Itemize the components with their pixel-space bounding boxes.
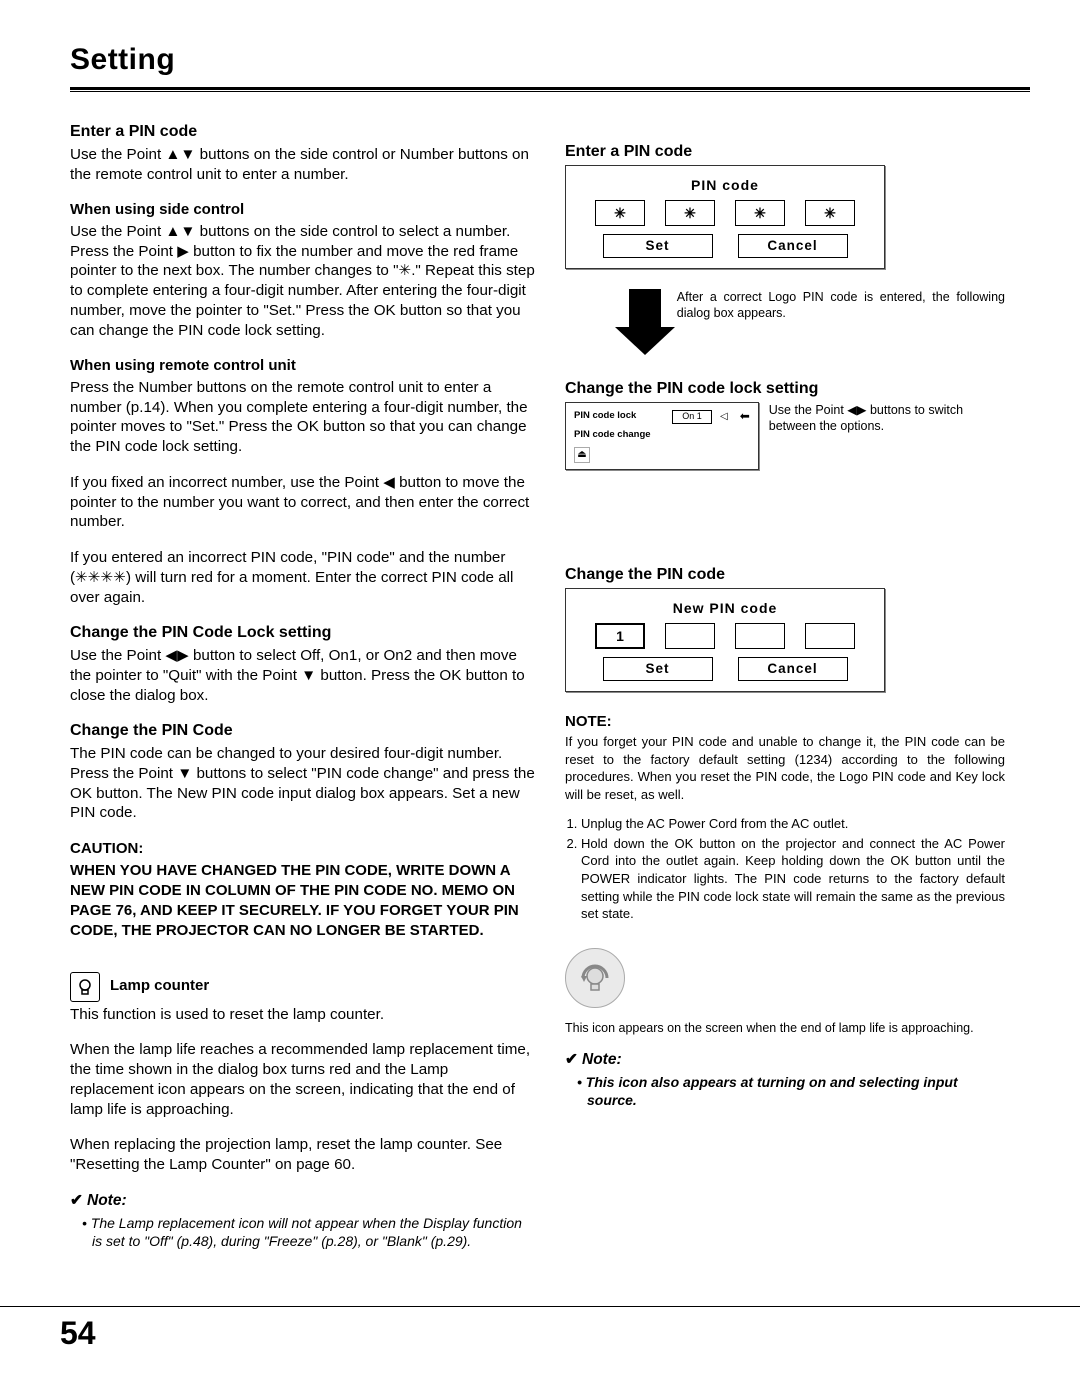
heading-enter-pin: Enter a PIN code	[70, 122, 535, 143]
para: Use the Point ◀▶ button to select Off, O…	[70, 646, 535, 705]
new-pin-dialog: New PIN code 1 Set Cancel	[565, 588, 885, 692]
note-head-text: Note:	[87, 1192, 127, 1209]
para: Use the Point ▲▼ buttons on the side con…	[70, 222, 535, 341]
pointer-arrow-icon: ⬅	[740, 409, 750, 425]
set-button[interactable]: Set	[603, 234, 713, 258]
para: The PIN code can be changed to your desi…	[70, 744, 535, 823]
pin-digit	[735, 623, 785, 649]
heading-remote: When using remote control unit	[70, 356, 535, 376]
para: If you fixed an incorrect number, use th…	[70, 473, 535, 532]
para: Use the Point ▲▼ buttons on the side con…	[70, 145, 535, 185]
footer-divider	[0, 1306, 1080, 1307]
para: This function is used to reset the lamp …	[70, 1005, 535, 1025]
quit-icon[interactable]: ⏏	[574, 447, 590, 463]
lock-side-note: Use the Point ◀▶ buttons to switch betwe…	[769, 402, 1005, 435]
page-number: 54	[60, 1313, 96, 1355]
pin-digit: 1	[595, 623, 645, 649]
pin-lock-dialog: PIN code lock On 1 ◁ ⬅ PIN code change ⏏	[565, 402, 759, 470]
list-item: Unplug the AC Power Cord from the AC out…	[581, 815, 1005, 833]
arrow-caption: After a correct Logo PIN code is entered…	[677, 289, 1005, 322]
left-column: Enter a PIN code Use the Point ▲▼ button…	[70, 122, 535, 1250]
cancel-button[interactable]: Cancel	[738, 234, 848, 258]
lock-value: On 1	[672, 410, 712, 424]
page-section-title: Setting	[70, 40, 1030, 79]
caution-head: CAUTION:	[70, 839, 535, 859]
lamp-counter-icon	[70, 972, 100, 1002]
heading-lamp-counter: Lamp counter	[110, 976, 209, 996]
heading-change-pin-ui: Change the PIN code	[565, 565, 1005, 586]
pin-digit: ✳	[595, 200, 645, 226]
note-head-text: Note:	[582, 1051, 622, 1068]
caution-block: CAUTION: WHEN YOU HAVE CHANGED THE PIN C…	[70, 839, 535, 942]
heading-side-control: When using side control	[70, 200, 535, 220]
reset-steps: Unplug the AC Power Cord from the AC out…	[565, 815, 1005, 922]
note-body: • This icon also appears at turning on a…	[565, 1073, 1005, 1109]
set-button[interactable]: Set	[603, 657, 713, 681]
dialog-title: New PIN code	[576, 595, 874, 623]
pin-code-dialog: PIN code ✳ ✳ ✳ ✳ Set Cancel	[565, 165, 885, 269]
note-body: • The Lamp replacement icon will not app…	[70, 1214, 535, 1250]
para: If you entered an incorrect PIN code, "P…	[70, 548, 535, 607]
dialog-title: PIN code	[576, 172, 874, 200]
pin-digit: ✳	[665, 200, 715, 226]
cancel-button[interactable]: Cancel	[738, 657, 848, 681]
pin-digit	[665, 623, 715, 649]
para: When the lamp life reaches a recommended…	[70, 1040, 535, 1119]
note-heading: ✔Note:	[70, 1191, 535, 1211]
lock-label: PIN code change	[574, 429, 664, 441]
right-column: Enter a PIN code PIN code ✳ ✳ ✳ ✳ Set Ca…	[565, 122, 1005, 1250]
lock-label: PIN code lock	[574, 410, 664, 422]
para: When replacing the projection lamp, rese…	[70, 1135, 535, 1175]
note-heading: ✔Note:	[565, 1050, 1005, 1070]
pin-digit: ✳	[805, 200, 855, 226]
note-para: If you forget your PIN code and unable t…	[565, 733, 1005, 803]
para: Press the Number buttons on the remote c…	[70, 378, 535, 457]
heading-change-pin: Change the PIN Code	[70, 721, 535, 742]
divider	[70, 91, 1030, 92]
caution-body: WHEN YOU HAVE CHANGED THE PIN CODE, WRIT…	[70, 861, 535, 942]
heading-enter-pin-ui: Enter a PIN code	[565, 142, 1005, 163]
heading-change-lock: Change the PIN Code Lock setting	[70, 623, 535, 644]
pin-digit	[805, 623, 855, 649]
lamp-life-icon	[565, 948, 625, 1008]
list-item: Hold down the OK button on the projector…	[581, 835, 1005, 923]
heading-change-lock-ui: Change the PIN code lock setting	[565, 379, 1005, 400]
note-heading: NOTE:	[565, 712, 1005, 732]
down-arrow-icon	[615, 289, 663, 354]
lamp-icon-caption: This icon appears on the screen when the…	[565, 1020, 1005, 1036]
lock-option-icon: ◁	[720, 410, 728, 423]
pin-digit: ✳	[735, 200, 785, 226]
divider	[70, 87, 1030, 90]
